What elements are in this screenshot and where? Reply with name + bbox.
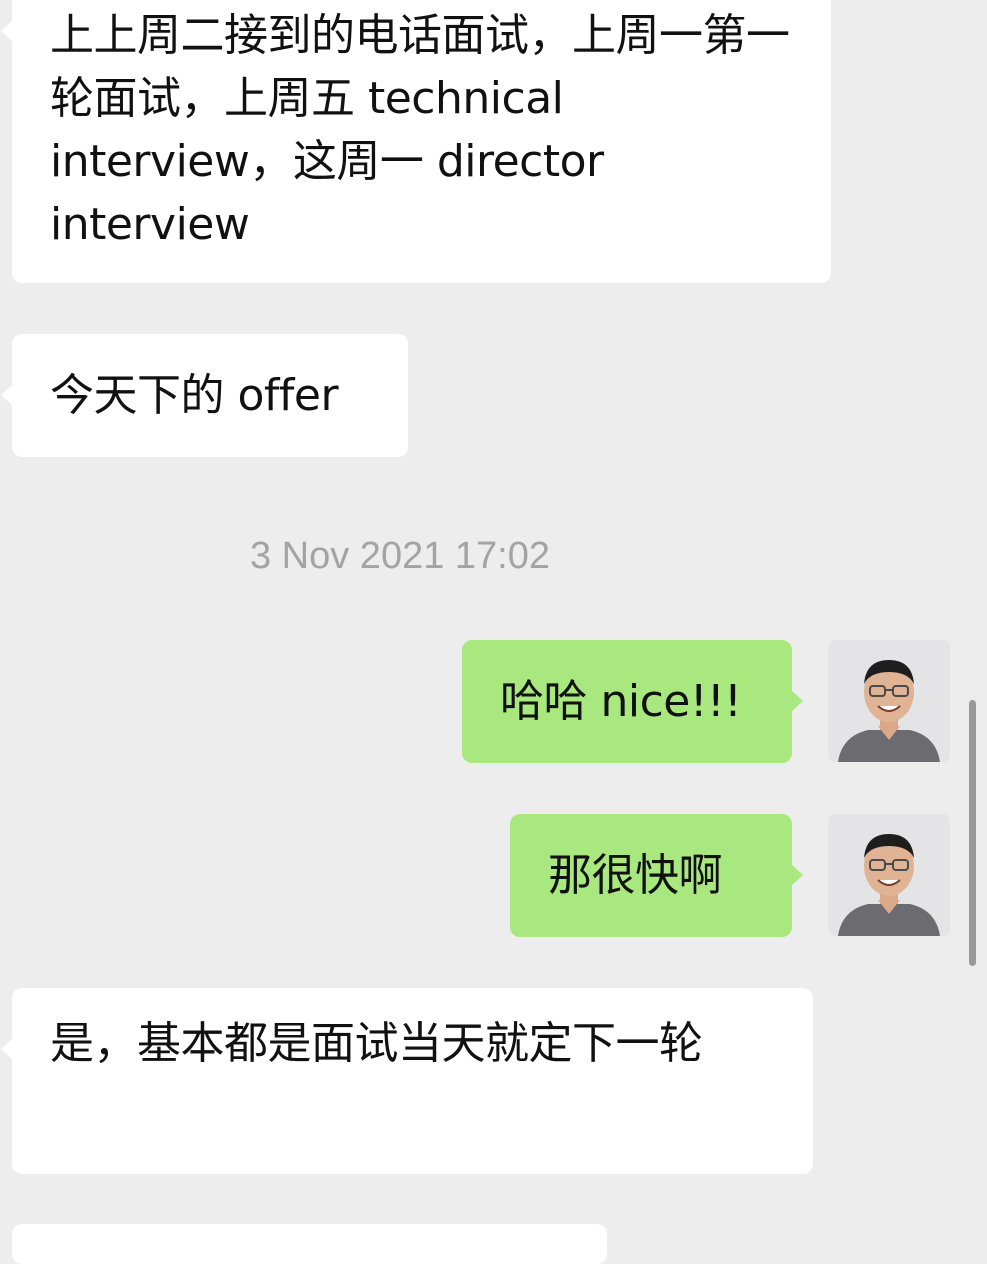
incoming-message-bubble[interactable]: 今天下的 offer xyxy=(1,334,408,457)
message-text: 是，基本都是面试当天就定下一轮 xyxy=(50,1018,703,1069)
incoming-message-bubble[interactable]: 是，基本都是面试当天就定下一轮 xyxy=(1,988,813,1174)
incoming-message-bubble[interactable] xyxy=(12,1224,607,1264)
bubble-tail xyxy=(1,1038,13,1060)
message-text: 那很快啊 xyxy=(548,850,723,901)
bubble-tail xyxy=(791,864,803,886)
message-text: 上上周二接到的电话面试，上周一第一轮面试，上周五 technical inter… xyxy=(50,10,790,250)
outgoing-message-bubble[interactable]: 那很快啊 xyxy=(510,814,803,937)
bubble-tail xyxy=(1,384,13,406)
incoming-message-bubble[interactable]: 上上周二接到的电话面试，上周一第一轮面试，上周五 technical inter… xyxy=(1,0,831,283)
outgoing-message-bubble[interactable]: 哈哈 nice!!! xyxy=(462,640,803,763)
scrollbar[interactable] xyxy=(969,700,976,966)
user-avatar-icon[interactable] xyxy=(828,814,950,936)
user-avatar-icon[interactable] xyxy=(828,640,950,762)
message-text: 今天下的 offer xyxy=(50,370,339,421)
message-timestamp: 3 Nov 2021 17:02 xyxy=(249,535,550,577)
bubble-tail xyxy=(1,20,13,42)
bubble-tail xyxy=(791,690,803,712)
message-text: 哈哈 nice!!! xyxy=(500,676,742,727)
